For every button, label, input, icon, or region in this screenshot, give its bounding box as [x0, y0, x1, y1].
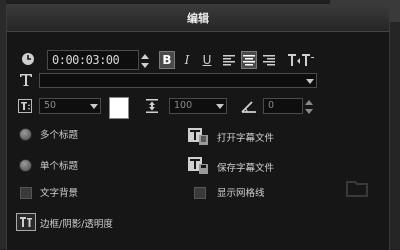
font-icon	[19, 73, 33, 87]
border-shadow-label[interactable]: 边框/阴影/透明度	[40, 216, 113, 230]
line-spacing-value: 100	[174, 100, 193, 111]
text-background-label: 文字背景	[40, 188, 79, 199]
line-spacing-select[interactable]: 100	[169, 98, 227, 114]
text-direction-icon	[288, 54, 314, 66]
font-select-value	[40, 82, 43, 92]
align-center-icon	[243, 55, 255, 66]
bold-label: B	[162, 53, 172, 67]
save-subtitle-label[interactable]: 保存字幕文件	[217, 160, 274, 174]
single-title-label: 单个标题	[40, 161, 79, 172]
italic-button[interactable]: I	[179, 51, 195, 69]
panel-titlebar: 编辑	[7, 5, 389, 32]
text-direction-button[interactable]	[287, 51, 315, 69]
align-left-button[interactable]	[221, 51, 237, 69]
edit-panel: 编辑 0:00:03:00 B I U 50 100 0 多个标题 单个标题 文…	[6, 4, 390, 250]
open-subtitle-label[interactable]: 打开字幕文件	[217, 130, 274, 144]
duration-timecode-input[interactable]: 0:00:03:00	[47, 50, 139, 70]
single-title-radio[interactable]	[19, 159, 32, 172]
open-subtitle-icon[interactable]	[187, 126, 209, 146]
line-spacing-icon	[145, 99, 159, 113]
border-shadow-icon[interactable]	[16, 213, 36, 231]
font-dropdown-arrow-icon	[306, 79, 314, 84]
underline-label: U	[202, 53, 212, 67]
font-size-value: 50	[44, 100, 57, 111]
rotation-input[interactable]: 0	[263, 98, 303, 114]
background-folder-icon	[345, 180, 369, 198]
align-center-button[interactable]	[241, 51, 257, 69]
rotation-spin-arrows-icon[interactable]	[305, 99, 313, 114]
multi-title-radio[interactable]	[19, 128, 32, 141]
align-right-button[interactable]	[261, 51, 277, 69]
rotation-value: 0	[268, 100, 275, 111]
panel-title: 编辑	[187, 12, 209, 25]
font-size-icon	[18, 99, 32, 113]
text-color-swatch[interactable]	[109, 97, 129, 119]
text-background-checkbox[interactable]	[20, 187, 32, 199]
show-grid-label: 显示网格线	[217, 188, 265, 199]
font-size-dropdown-arrow-icon	[90, 104, 98, 109]
underline-button[interactable]: U	[199, 51, 215, 69]
line-spacing-dropdown-arrow-icon	[216, 104, 224, 109]
save-subtitle-icon[interactable]	[187, 155, 209, 175]
font-select[interactable]	[39, 73, 317, 88]
clock-icon	[21, 52, 35, 66]
rotation-icon	[241, 99, 257, 113]
align-right-icon	[263, 55, 275, 66]
bold-button[interactable]: B	[159, 51, 175, 69]
show-grid-checkbox[interactable]	[194, 187, 206, 199]
italic-label: I	[184, 53, 190, 67]
align-left-icon	[223, 55, 235, 66]
background-right	[389, 0, 400, 249]
timecode-spin-arrows-icon[interactable]	[141, 53, 149, 68]
font-size-select[interactable]: 50	[39, 98, 101, 114]
multi-title-label: 多个标题	[40, 130, 79, 141]
